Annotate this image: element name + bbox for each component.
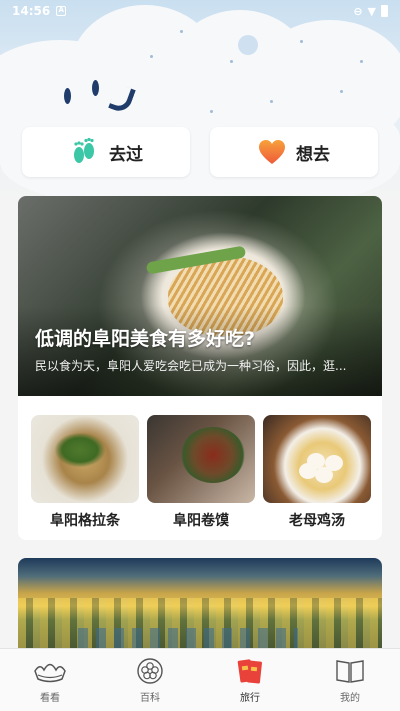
dish-name: 阜阳卷馍 [173, 513, 229, 529]
book-icon [336, 659, 364, 683]
been-there-label: 去过 [109, 144, 143, 165]
sparkle-dot [360, 60, 363, 63]
dish-item[interactable]: 阜阳卷馍 [147, 415, 255, 530]
tab-label: 旅行 [240, 692, 260, 704]
dish-name: 阜阳格拉条 [50, 513, 120, 529]
sim-icon: A [56, 6, 67, 16]
cloud-eye [92, 80, 99, 96]
cloud-eye [64, 88, 71, 104]
sparkle-dot [150, 55, 153, 58]
battery-icon [381, 5, 388, 17]
flower-icon [137, 657, 163, 684]
sparkle-dot [210, 110, 213, 113]
tab-baike[interactable]: 百科 [110, 657, 190, 704]
sparkle-dot [270, 100, 273, 103]
tab-label: 百科 [140, 692, 160, 704]
dish-image [147, 415, 255, 503]
status-bar: 14:56 A ⊖ ▼ [0, 0, 400, 22]
been-there-button[interactable]: 去过 [22, 127, 190, 177]
ingot-icon [34, 663, 66, 682]
visit-toggle-row: 去过 想去 [22, 127, 378, 177]
sparkle-dot [300, 40, 303, 43]
tab-wode[interactable]: 我的 [310, 657, 390, 704]
sparkle-dot [230, 60, 233, 63]
sparkle-dot [180, 30, 183, 33]
dish-image [263, 415, 371, 503]
dish-image [31, 415, 139, 503]
sparkle-dot [340, 90, 343, 93]
bottom-tab-bar: 看看 百科 旅行 我的 [0, 648, 400, 711]
ticket-icon [237, 658, 262, 684]
tab-label: 看看 [40, 692, 60, 704]
food-feature-card[interactable]: 低调的阜阳美食有多好吃? 民以食为天，阜阳人爱吃会吃已成为一种习俗，因此，逛..… [18, 196, 382, 540]
dish-item[interactable]: 老母鸡汤 [263, 415, 371, 530]
wifi-icon: ▼ [367, 4, 376, 18]
want-to-go-label: 想去 [296, 144, 330, 165]
footprints-icon [74, 137, 94, 163]
food-feature-title: 低调的阜阳美食有多好吃? [35, 328, 256, 350]
tab-lvxing[interactable]: 旅行 [210, 657, 290, 704]
scenery-card[interactable] [18, 558, 382, 658]
dish-item[interactable]: 阜阳格拉条 [31, 415, 139, 530]
heart-icon [259, 140, 285, 164]
dnd-icon: ⊖ [353, 4, 363, 18]
want-to-go-button[interactable]: 想去 [210, 127, 378, 177]
tab-label: 我的 [340, 692, 360, 704]
dish-name: 老母鸡汤 [289, 513, 345, 529]
food-feature-description: 民以食为天，阜阳人爱吃会吃已成为一种习俗，因此，逛... [35, 359, 347, 373]
food-feature-image: 低调的阜阳美食有多好吃? 民以食为天，阜阳人爱吃会吃已成为一种习俗，因此，逛..… [18, 196, 382, 396]
tab-kankan[interactable]: 看看 [10, 657, 90, 704]
bubble-decoration [238, 35, 258, 55]
dish-list: 阜阳格拉条 阜阳卷馍 老母鸡汤 [31, 415, 371, 530]
status-time: 14:56 [12, 4, 51, 18]
